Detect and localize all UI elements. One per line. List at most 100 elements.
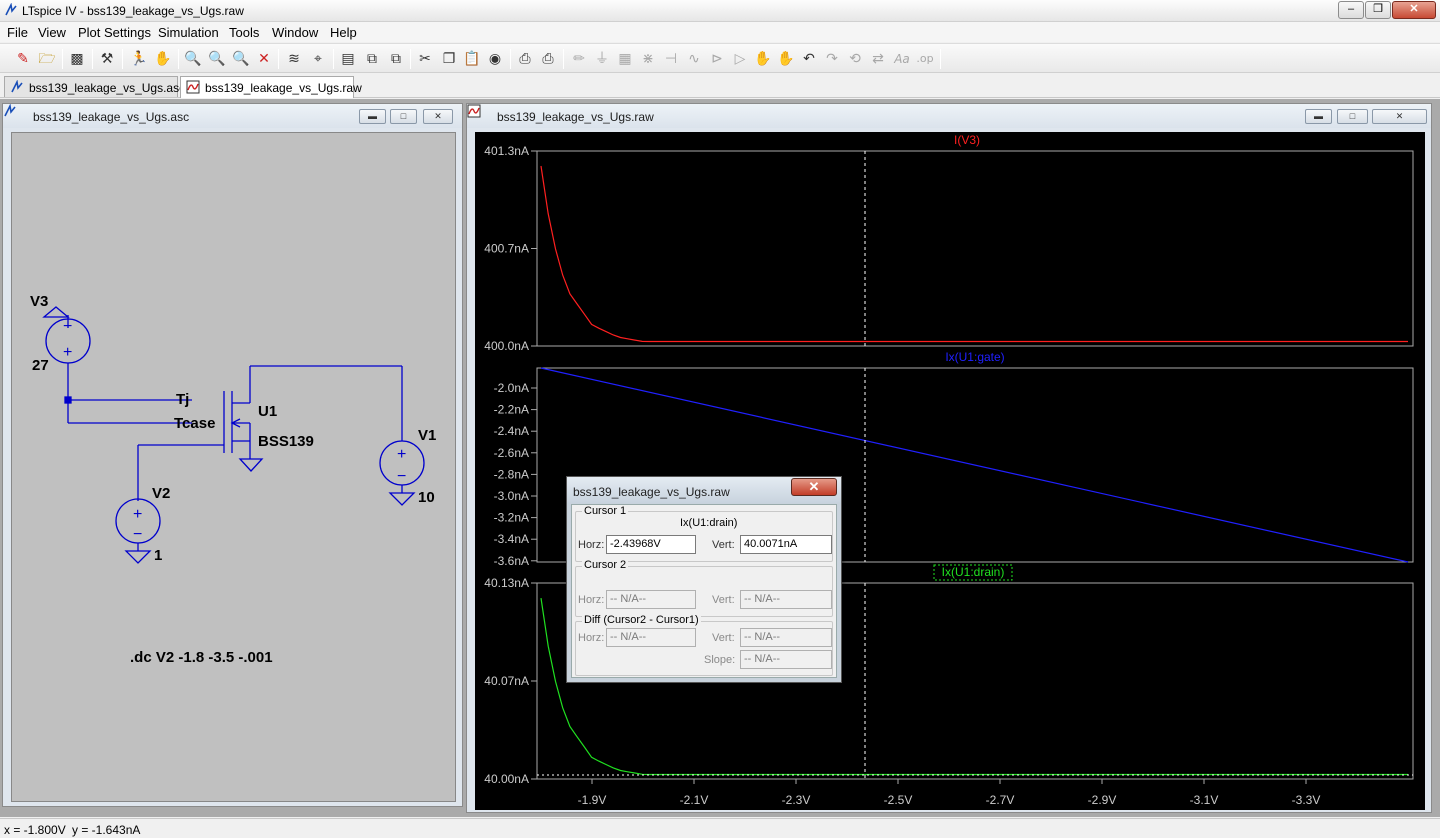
minimize-button[interactable]: – xyxy=(1338,1,1364,19)
schematic-canvas[interactable]: − + + − + − V3 27 Tj Tcase U1 BSS139 V1 … xyxy=(11,132,456,802)
v2-value: 1 xyxy=(154,547,163,564)
zoom-cancel-icon[interactable]: ✕ xyxy=(255,50,273,68)
x-tick-label: -2.1V xyxy=(680,793,709,807)
close-button[interactable]: ✕ xyxy=(423,109,453,124)
menu-help[interactable]: Help xyxy=(330,25,357,40)
inductor-icon[interactable]: ∿ xyxy=(685,50,703,68)
autorange-icon[interactable]: ≋ xyxy=(285,50,303,68)
component-icon[interactable]: ▷ xyxy=(731,50,749,68)
svg-text:+: + xyxy=(133,506,142,523)
zoom-in-icon[interactable]: 🔍 xyxy=(184,50,202,68)
x-tick-label: -3.3V xyxy=(1292,793,1321,807)
paste-icon[interactable]: 📋 xyxy=(463,50,481,68)
print-icon[interactable]: ⎙ xyxy=(539,50,557,68)
menu-tools[interactable]: Tools xyxy=(229,25,259,40)
tab-waveform[interactable]: bss139_leakage_vs_Ugs.raw xyxy=(180,76,362,98)
wire-icon[interactable]: ✏ xyxy=(570,50,588,68)
document-tab-bar: bss139_leakage_vs_Ugs.asc bss139_leakage… xyxy=(0,74,1440,98)
trace-label: Ix(U1:drain) xyxy=(942,565,1005,579)
minimize-button[interactable]: ▬ xyxy=(359,109,386,124)
series-line xyxy=(540,165,1408,343)
waveform-window-title: bss139_leakage_vs_Ugs.raw xyxy=(497,110,654,124)
waveform-icon xyxy=(186,80,200,94)
y-tick-label: 40.00nA xyxy=(484,772,529,786)
cursor1-label: Cursor 1 xyxy=(582,505,629,517)
ground-icon[interactable]: ⏚ xyxy=(593,50,611,68)
diff-vert-field: -- N/A-- xyxy=(740,628,832,647)
cursor-dialog-close-button[interactable]: ✕ xyxy=(791,478,837,496)
y-tick-label: -2.2nA xyxy=(494,403,529,417)
copy-icon[interactable]: ❐ xyxy=(440,50,458,68)
y-tick-label: -3.2nA xyxy=(494,511,529,525)
tab-schematic[interactable]: bss139_leakage_vs_Ugs.asc xyxy=(4,76,185,97)
minimize-button[interactable]: ▬ xyxy=(1305,109,1332,124)
y-tick-label: -2.6nA xyxy=(494,446,529,460)
menu-view[interactable]: View xyxy=(38,25,66,40)
print-setup-icon[interactable]: ⎙ xyxy=(516,50,534,68)
run-icon[interactable]: 🏃 xyxy=(130,50,148,68)
title-bar: LTspice IV - bss139_leakage_vs_Ugs.raw –… xyxy=(0,0,1440,22)
svg-text:+: + xyxy=(397,446,406,463)
window-title: LTspice IV - bss139_leakage_vs_Ugs.raw xyxy=(22,4,244,18)
new-schematic-icon[interactable]: ✎ xyxy=(14,50,32,68)
undo-icon[interactable]: ↶ xyxy=(800,50,818,68)
drag-icon[interactable]: ✋ xyxy=(777,50,795,68)
menu-window[interactable]: Window xyxy=(272,25,318,40)
mdi-workspace: bss139_leakage_vs_Ugs.asc ▬ □ ✕ − + + − … xyxy=(0,99,1440,817)
pan-icon[interactable]: 🔍 xyxy=(208,50,226,68)
y-tick-label: -2.8nA xyxy=(494,467,529,481)
waveform-window: bss139_leakage_vs_Ugs.raw ▬ □ ✕ I(V3) 401… xyxy=(466,103,1432,813)
svg-text:−: − xyxy=(63,318,72,335)
waveform-icon xyxy=(467,104,481,118)
v3-value: 27 xyxy=(32,357,49,374)
y-tick-label: -2.4nA xyxy=(494,424,529,438)
schematic-drawing: − + + − + − xyxy=(42,306,425,564)
halt-icon[interactable]: ✋ xyxy=(154,50,172,68)
restore-button[interactable]: ❒ xyxy=(1365,1,1391,19)
status-y: y = -1.643nA xyxy=(72,823,141,837)
v1-label: V1 xyxy=(418,427,437,444)
y-tick-label: -3.4nA xyxy=(494,532,529,546)
control-panel-icon[interactable]: ⚒ xyxy=(98,50,116,68)
cursor1-horz-label: Horz: xyxy=(578,539,605,551)
mirror-icon[interactable]: ⇄ xyxy=(869,50,887,68)
u1-model: BSS139 xyxy=(258,433,314,450)
text-icon[interactable]: Aa xyxy=(893,50,911,68)
cursor1-horz-field[interactable]: -2.43968V xyxy=(606,535,696,554)
label-icon[interactable]: ▦ xyxy=(616,50,634,68)
trace-label: I(V3) xyxy=(954,133,980,147)
menu-plot-settings[interactable]: Plot Settings xyxy=(78,25,151,40)
capacitor-icon[interactable]: ⊣ xyxy=(662,50,680,68)
find-icon[interactable]: ◉ xyxy=(486,50,504,68)
redo-icon[interactable]: ↷ xyxy=(823,50,841,68)
cursor2-vert-field: -- N/A-- xyxy=(740,590,832,609)
spice-directive-icon[interactable]: .op xyxy=(916,50,934,68)
tile-vertical-icon[interactable]: ⧉ xyxy=(363,50,381,68)
close-button[interactable]: ✕ xyxy=(1392,1,1436,19)
cursor1-vert-field[interactable]: 40.0071nA xyxy=(740,535,832,554)
save-icon[interactable]: ▩ xyxy=(68,50,86,68)
close-button[interactable]: ✕ xyxy=(1372,109,1427,124)
rotate-icon[interactable]: ⟲ xyxy=(846,50,864,68)
diode-icon[interactable]: ⊳ xyxy=(708,50,726,68)
y-tick-label: 400.7nA xyxy=(484,242,529,256)
restore-button[interactable]: □ xyxy=(1337,109,1368,124)
svg-text:−: − xyxy=(133,526,142,543)
mark-unused-icon[interactable]: ⌖ xyxy=(309,50,327,68)
cut-icon[interactable]: ✂ xyxy=(416,50,434,68)
zoom-out-icon[interactable]: 🔍 xyxy=(232,50,250,68)
cursor-dialog-titlebar: bss139_leakage_vs_Ugs.raw ✕ xyxy=(567,477,841,503)
svg-text:+: + xyxy=(63,344,72,361)
resistor-icon[interactable]: ⋇ xyxy=(639,50,657,68)
menu-file[interactable]: File xyxy=(7,25,28,40)
cascade-icon[interactable]: ⧉ xyxy=(387,50,405,68)
cursor-dialog: bss139_leakage_vs_Ugs.raw ✕ Cursor 1 Ix(… xyxy=(566,476,842,683)
spice-directive[interactable]: .dc V2 -1.8 -3.5 -.001 xyxy=(130,649,273,666)
v3-label: V3 xyxy=(30,293,49,310)
open-icon[interactable]: 🗁 xyxy=(38,50,56,68)
waveform-plot-area[interactable]: I(V3) 401.3nA 400.7nA 400.0nA Ix(U1:gate) -2.… xyxy=(475,132,1425,810)
restore-button[interactable]: □ xyxy=(390,109,417,124)
tile-horizontal-icon[interactable]: ▤ xyxy=(339,50,357,68)
move-icon[interactable]: ✋ xyxy=(754,50,772,68)
menu-simulation[interactable]: Simulation xyxy=(158,25,219,40)
